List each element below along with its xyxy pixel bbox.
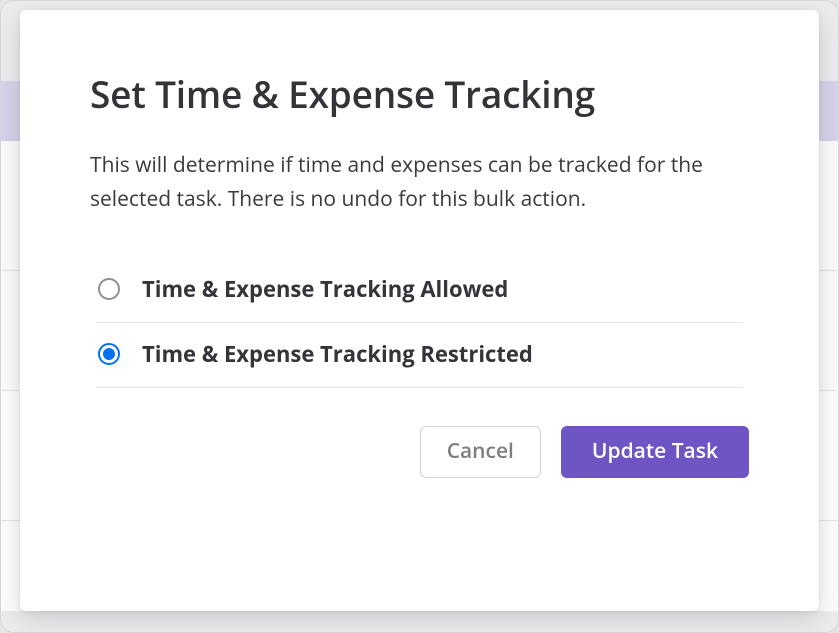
option-restricted[interactable]: Time & Expense Tracking Restricted: [96, 323, 743, 388]
option-label: Time & Expense Tracking Allowed: [142, 274, 508, 304]
radio-icon: [98, 343, 120, 365]
set-time-expense-modal: Set Time & Expense Tracking This will de…: [20, 10, 819, 611]
option-allowed[interactable]: Time & Expense Tracking Allowed: [96, 258, 743, 323]
modal-title: Set Time & Expense Tracking: [90, 68, 749, 119]
update-task-button[interactable]: Update Task: [561, 426, 749, 478]
modal-actions: Cancel Update Task: [90, 426, 749, 478]
modal-description: This will determine if time and expenses…: [90, 149, 730, 216]
radio-group: Time & Expense Tracking Allowed Time & E…: [96, 258, 743, 388]
option-label: Time & Expense Tracking Restricted: [142, 339, 533, 369]
radio-icon: [98, 278, 120, 300]
cancel-button[interactable]: Cancel: [420, 426, 541, 478]
